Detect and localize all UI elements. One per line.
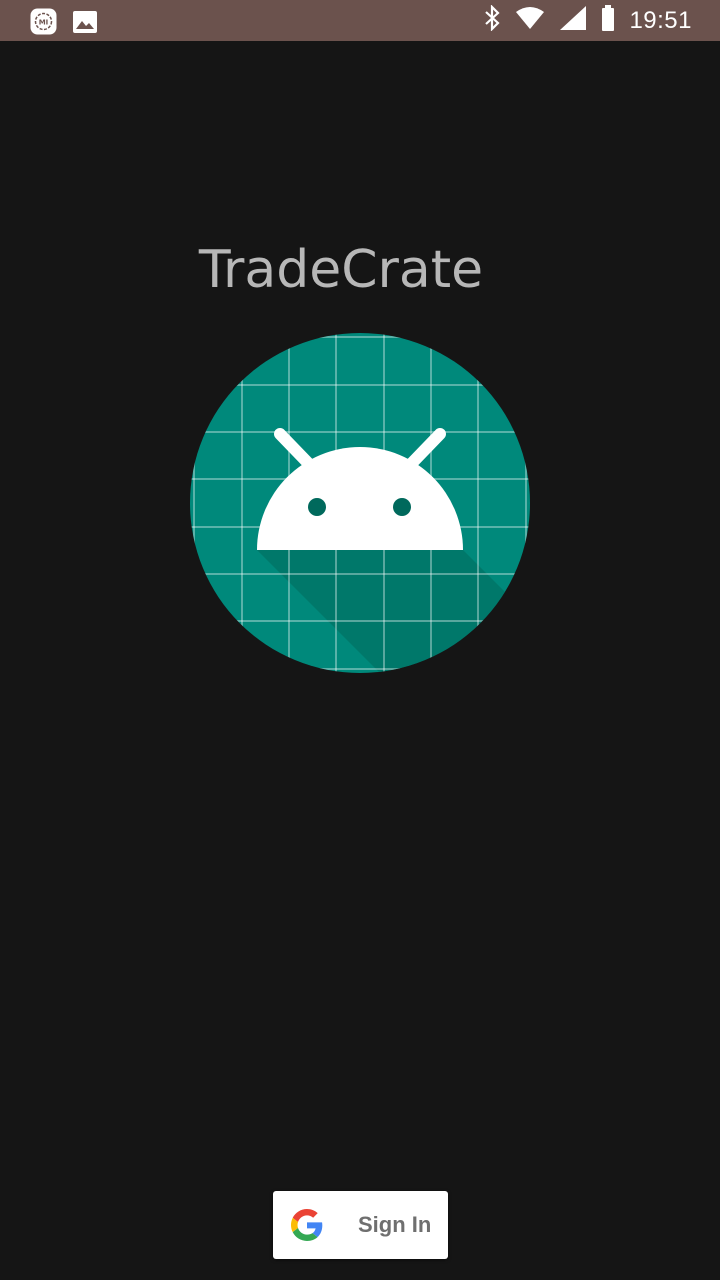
android-logo-icon <box>190 333 530 673</box>
system-icons: 19:51 <box>483 0 692 41</box>
bluetooth-icon <box>483 4 501 36</box>
svg-text:MI: MI <box>39 19 49 27</box>
screen: MI 19:51 TradeCrate Sign In <box>0 0 720 1280</box>
app-title: TradeCrate <box>198 240 484 300</box>
gallery-icon <box>71 8 98 35</box>
battery-icon <box>601 5 615 36</box>
google-sign-in-button[interactable]: Sign In <box>273 1191 448 1259</box>
notification-icons: MI <box>30 8 98 35</box>
mi-icon: MI <box>30 8 57 35</box>
google-icon <box>291 1209 323 1241</box>
clock: 19:51 <box>629 6 692 34</box>
signal-icon <box>559 5 587 36</box>
wifi-icon <box>515 6 545 35</box>
sign-in-label: Sign In <box>358 1212 432 1237</box>
status-bar: MI 19:51 <box>0 0 720 41</box>
